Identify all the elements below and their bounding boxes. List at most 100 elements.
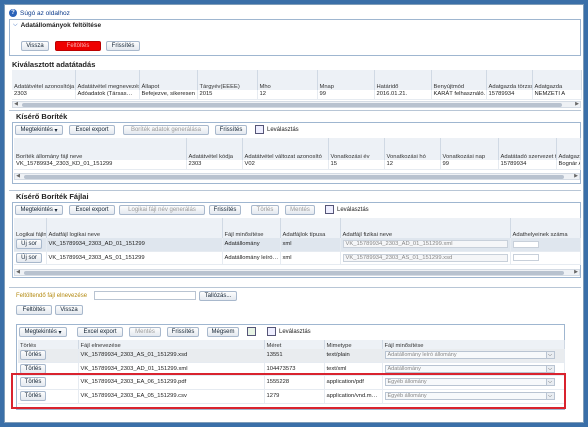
help-link-label: Súgó az oldalhoz [20,9,70,17]
cancel-button[interactable]: Mégsem [207,327,239,337]
col-header[interactable]: Adatfájl fizikai neve [340,218,511,238]
scroll-right-icon[interactable]: ▶ [574,102,580,107]
table-cell: 15 [328,160,385,170]
table-cell: 2015 [197,90,258,100]
horizontal-scrollbar[interactable]: ◀ ▶ [14,269,580,276]
scroll-left-icon[interactable]: ◀ [15,270,21,275]
col-header[interactable]: Adatfájlok típusa [280,218,341,238]
table-row[interactable]: Új sor VK_15789934_2303_AS_01_151299 Ada… [14,251,581,265]
scroll-thumb[interactable] [24,175,564,179]
col-header[interactable]: Adatátvétel megnevezése [75,70,140,90]
col-header[interactable]: Méret [264,340,325,349]
col-header[interactable]: Benyújtmód [431,70,487,90]
scroll-thumb[interactable] [22,103,562,107]
col-header[interactable]: Mnap [317,70,375,90]
col-header[interactable]: Határidő [374,70,432,90]
back-button[interactable]: Vissza [55,305,83,315]
collapse-icon[interactable]: ⌵ [13,22,18,29]
col-header[interactable]: Mho [257,70,318,90]
save-button[interactable]: Mentés [285,205,315,215]
scroll-thumb[interactable] [24,271,564,275]
table-row[interactable]: Törlés VK_15789934_2303_AS_01_151299.xsd… [18,349,565,363]
col-header[interactable]: Vonatkozási év [328,138,385,160]
excel-export-button[interactable]: Excel export [69,125,115,135]
view-menu-button[interactable]: Megtekintés ▾ [19,327,67,337]
excel-export-button[interactable]: Excel export [69,205,115,215]
col-header[interactable]: Fájl minősítése [382,340,565,349]
panel-title: Adatállományok feltöltése [20,22,102,29]
qualification-select[interactable]: Adatállomány ⌵ [384,364,555,373]
scroll-right-icon[interactable]: ▶ [573,270,579,275]
new-row-button[interactable]: Új sor [16,252,42,263]
detach-button[interactable]: Leválasztás [255,125,299,134]
physical-name-field[interactable]: VK_15789934_2303_AS_01_151299.xsd [342,253,508,262]
help-link[interactable]: ? Súgó az oldalhoz [9,8,70,18]
col-header[interactable]: Adatfájl logikai neve [46,218,223,238]
col-header[interactable]: Vonatkozási nap [440,138,499,160]
refresh-button[interactable]: Frissítés [106,41,140,51]
table-row[interactable]: Új sor VK_15789934_2303_AD_01_151299 Ada… [14,238,581,252]
upload-button[interactable]: Feltöltés [55,41,101,51]
view-menu-button[interactable]: Megtekintés ▾ [15,205,63,215]
envelope-panel: Megtekintés ▾ Excel export Boríték adato… [12,122,581,184]
scroll-left-icon[interactable]: ◀ [15,174,21,179]
col-header[interactable]: Vonatkozási hó [384,138,441,160]
save-button[interactable]: Mentés [129,327,161,337]
col-header[interactable]: Adatátvétel kódja [186,138,243,160]
col-header[interactable]: Adatgazda [532,70,582,90]
chevron-down-icon: ▾ [58,329,62,336]
refresh-button[interactable]: Frissítés [167,327,199,337]
scroll-left-icon[interactable]: ◀ [13,102,19,107]
scroll-right-icon[interactable]: ▶ [573,174,579,179]
col-header[interactable]: Állapot [139,70,198,90]
chevron-down-icon[interactable]: ⌵ [545,365,554,372]
chevron-down-icon[interactable]: ⌵ [545,352,554,359]
export-grid-icon[interactable] [247,327,256,336]
refresh-button[interactable]: Frissítés [215,125,247,135]
col-header[interactable]: Törlés [18,340,79,349]
back-button[interactable]: Vissza [21,41,49,51]
delete-button[interactable]: Törlés [251,205,279,215]
generate-logical-name-button[interactable]: Logikai fájl név generálás [119,205,205,215]
table-cell [510,238,581,252]
horizontal-scrollbar[interactable]: ◀ ▶ [12,101,581,108]
table-cell: Adatállomány leíró állomány ⌵ [382,349,565,363]
browse-button[interactable]: Tallózás... [199,291,237,301]
detach-button[interactable]: Leválasztás [325,205,369,214]
col-header[interactable]: Fájl elnevezése [78,340,265,349]
horizontal-scrollbar[interactable]: ◀ ▶ [14,173,580,180]
col-header[interactable]: Mimetype [324,340,383,349]
delete-row-button[interactable]: Törlés [20,350,46,361]
count-field[interactable] [512,254,539,261]
excel-export-button[interactable]: Excel export [77,327,123,337]
col-header[interactable]: Fájl minősítése [222,218,281,238]
col-header[interactable]: Tárgyév(EEEE) [197,70,258,90]
upload-submit-button[interactable]: Feltöltés [16,305,52,315]
col-header[interactable]: Adatgazda törzsszáma [486,70,533,90]
col-header[interactable]: Adatátvétel változat azonosító [242,138,329,160]
panel-header[interactable]: ⌵ Adatállományok feltöltése [13,22,101,29]
col-header[interactable]: Logikai fájlnév másolása [14,218,47,238]
upload-header-panel: ⌵ Adatállományok feltöltése Vissza Feltö… [9,19,581,56]
table-row[interactable]: 2303 Adóadatok (Társas… Befejezve, siker… [12,90,582,100]
generate-envelope-button[interactable]: Boríték adatok generálása [123,125,209,135]
col-header[interactable]: Adatátadó szervezet törzsszám [498,138,557,160]
file-path-input[interactable] [94,291,196,300]
table-cell: 12 [384,160,441,170]
qualification-select[interactable]: Adatállomány leíró állomány ⌵ [384,351,555,360]
physical-name-field[interactable]: VK_15789934_2303_AD_01_151299.xml [342,240,508,249]
view-menu-button[interactable]: Megtekintés ▾ [15,125,63,135]
col-header[interactable]: Adathelyeinek száma [510,218,581,238]
table-row[interactable]: VK_15789934_2303_KD_01_151299 2303 V02 1… [14,160,581,170]
refresh-button[interactable]: Frissítés [209,205,241,215]
table-cell: 2303 [186,160,243,170]
delete-row-button[interactable]: Törlés [20,363,46,374]
selected-transfer-title: Kiválasztott adatátadás [12,60,96,69]
detach-button[interactable]: Leválasztás [267,327,311,336]
col-header[interactable]: Boríték állomány fájl neve [14,138,187,160]
new-row-button[interactable]: Új sor [16,239,42,250]
col-header[interactable]: Adatgazda kapcsolattart [556,138,581,160]
detach-label: Leválasztás [267,126,299,133]
col-header[interactable]: Adatátvétel azonosítója [12,70,76,90]
count-field[interactable] [512,240,539,248]
